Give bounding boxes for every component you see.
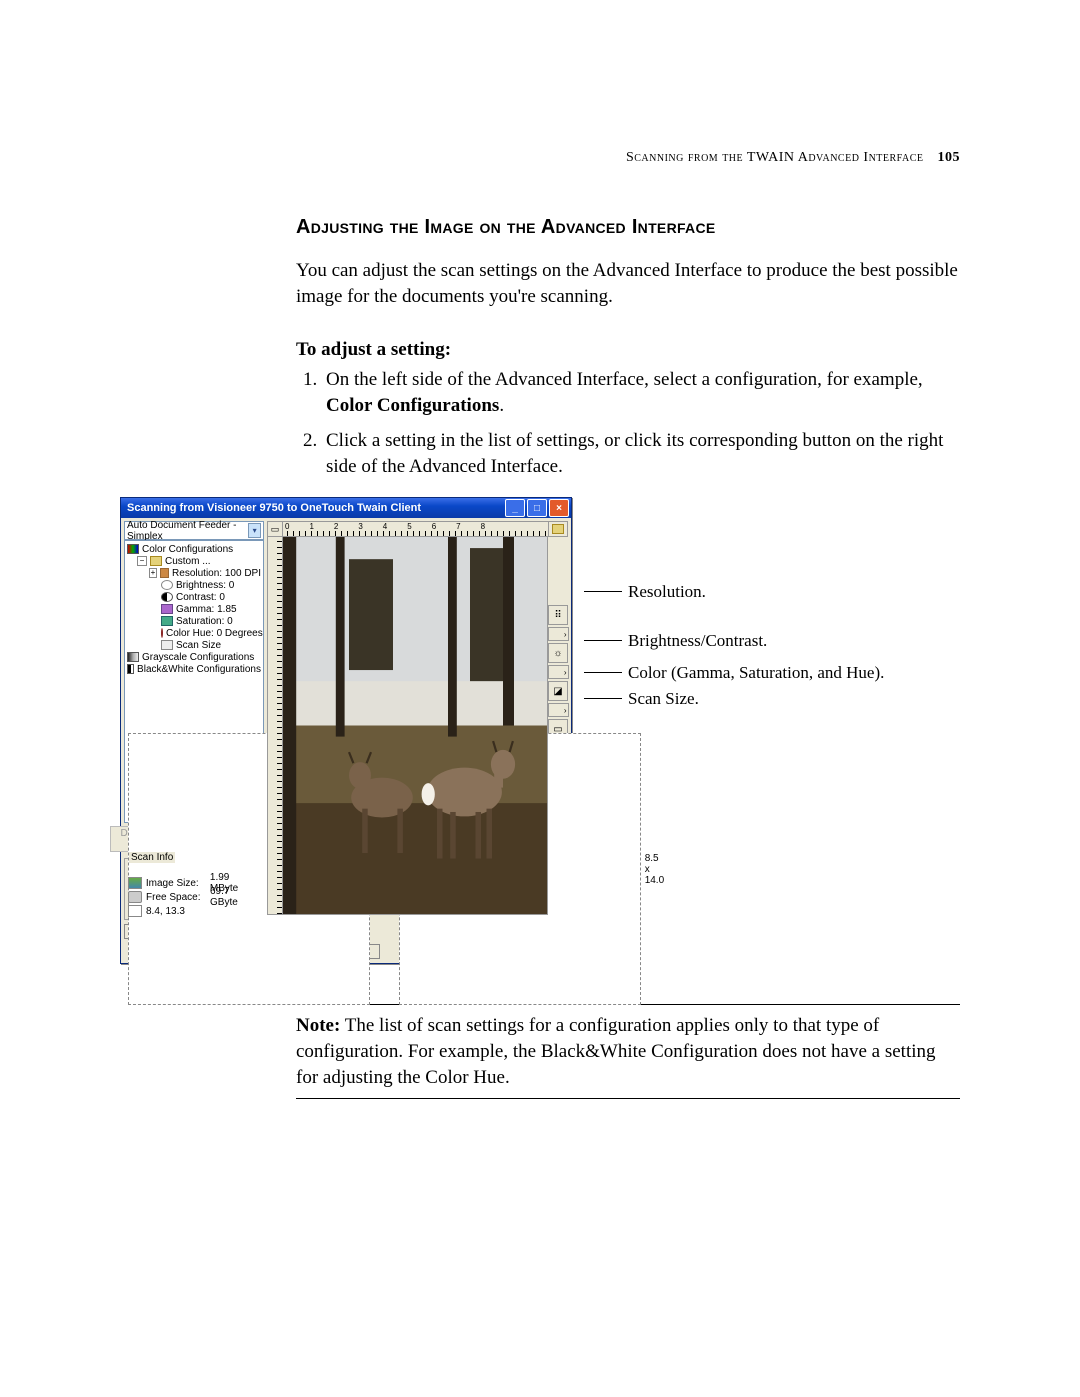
free-space-value: 69.7 GByte xyxy=(210,886,260,908)
chevron-down-icon: ▾ xyxy=(248,523,261,538)
tree-gamma[interactable]: Gamma: 1.85 xyxy=(176,604,237,615)
color-tool-button[interactable]: ◪ xyxy=(548,681,568,701)
step-1-text-c: . xyxy=(499,395,504,416)
open-file-button[interactable] xyxy=(549,521,568,537)
color-config-icon xyxy=(127,544,139,554)
note-text: The list of scan settings for a configur… xyxy=(296,1015,936,1087)
callout-list: Resolution. Brightness/Contrast. Color (… xyxy=(584,497,960,713)
section-title: Adjusting the Image on the Advanced Inte… xyxy=(296,216,960,239)
folder-icon xyxy=(150,556,162,566)
note-block: Note: The list of scan settings for a co… xyxy=(296,1004,960,1099)
ruler-numbers: 012345678 xyxy=(285,522,505,531)
tree-scansize[interactable]: Scan Size xyxy=(176,640,221,651)
note-label: Note: xyxy=(296,1015,340,1036)
brightness-icon xyxy=(161,580,173,590)
tree-hue[interactable]: Color Hue: 0 Degrees xyxy=(166,628,263,639)
page-number: 105 xyxy=(938,150,961,165)
grayscale-config-icon xyxy=(127,652,139,662)
scansize-icon xyxy=(161,640,173,650)
callout-scansize: Scan Size. xyxy=(584,688,960,710)
collapse-icon[interactable]: − xyxy=(137,556,147,566)
step-1-bold: Color Configurations xyxy=(326,395,499,416)
tree-grayscale[interactable]: Grayscale Configurations xyxy=(142,652,254,663)
callout-brightness: Brightness/Contrast. xyxy=(584,630,960,652)
running-header-text: Scanning from the TWAIN Advanced Interfa… xyxy=(626,150,924,165)
brightness-tool-button[interactable]: ☼ xyxy=(548,643,568,663)
scan-info-legend: Scan Info xyxy=(129,852,175,863)
scan-info-group: Scan Info 0.0, 0.0 8.5 x 14.0 Image Size… xyxy=(124,858,264,920)
resolution-icon xyxy=(160,568,169,578)
vertical-ruler xyxy=(267,537,283,915)
scan-info-zoom: 8.4, 13.3 xyxy=(146,906,185,917)
callout-color: Color (Gamma, Saturation, and Hue). xyxy=(584,662,960,684)
running-header: Scanning from the TWAIN Advanced Interfa… xyxy=(120,150,960,166)
color-flyout-button[interactable]: › xyxy=(548,703,569,717)
brightness-flyout-button[interactable]: › xyxy=(548,665,569,679)
callout-resolution: Resolution. xyxy=(584,581,960,603)
saturation-icon xyxy=(161,616,173,626)
gamma-icon xyxy=(161,604,173,614)
zoom-icon xyxy=(128,905,142,917)
tree-contrast[interactable]: Contrast: 0 xyxy=(176,592,225,603)
tree-saturation[interactable]: Saturation: 0 xyxy=(176,616,233,627)
free-space-icon xyxy=(128,891,142,903)
dialog-titlebar[interactable]: Scanning from Visioneer 9750 to OneTouch… xyxy=(121,498,571,518)
free-space-label: Free Space: xyxy=(146,892,206,903)
maximize-button[interactable]: □ xyxy=(527,499,547,517)
tree-brightness[interactable]: Brightness: 0 xyxy=(176,580,234,591)
preview-image xyxy=(283,537,547,914)
dialog-title: Scanning from Visioneer 9750 to OneTouch… xyxy=(127,502,421,514)
source-dropdown[interactable]: Auto Document Feeder - Simplex ▾ xyxy=(124,521,264,540)
step-1: On the left side of the Advanced Interfa… xyxy=(322,367,960,418)
contrast-icon xyxy=(161,592,173,602)
resolution-tool-button[interactable]: ⠿ xyxy=(548,605,568,625)
bw-config-icon xyxy=(127,664,134,674)
ruler-corner-icon: ▭ xyxy=(267,521,283,537)
intro-paragraph: You can adjust the scan settings on the … xyxy=(296,258,960,309)
subheading: To adjust a setting: xyxy=(296,337,960,363)
tree-custom[interactable]: Custom ... xyxy=(165,556,211,567)
source-dropdown-value: Auto Document Feeder - Simplex xyxy=(127,520,248,542)
resolution-flyout-button[interactable]: › xyxy=(548,627,569,641)
steps-list: On the left side of the Advanced Interfa… xyxy=(296,367,960,480)
close-button[interactable]: × xyxy=(549,499,569,517)
step-2: Click a setting in the list of settings,… xyxy=(322,428,960,479)
tree-resolution[interactable]: Resolution: 100 DPI xyxy=(172,568,261,579)
minimize-button[interactable]: _ xyxy=(505,499,525,517)
folder-icon xyxy=(552,524,564,534)
preview-area[interactable] xyxy=(283,537,548,915)
expand-icon[interactable]: + xyxy=(149,568,157,578)
horizontal-ruler: 012345678 xyxy=(283,521,549,537)
image-size-label: Image Size: xyxy=(146,878,206,889)
tree-bw[interactable]: Black&White Configurations xyxy=(137,664,261,675)
image-size-icon xyxy=(128,877,142,889)
twain-dialog: Scanning from Visioneer 9750 to OneTouch… xyxy=(120,497,572,964)
step-1-text-a: On the left side of the Advanced Interfa… xyxy=(326,369,923,390)
scan-info-pagesize: 8.5 x 14.0 xyxy=(645,853,664,886)
hue-icon xyxy=(161,628,163,638)
tree-color-configs[interactable]: Color Configurations xyxy=(142,544,233,555)
